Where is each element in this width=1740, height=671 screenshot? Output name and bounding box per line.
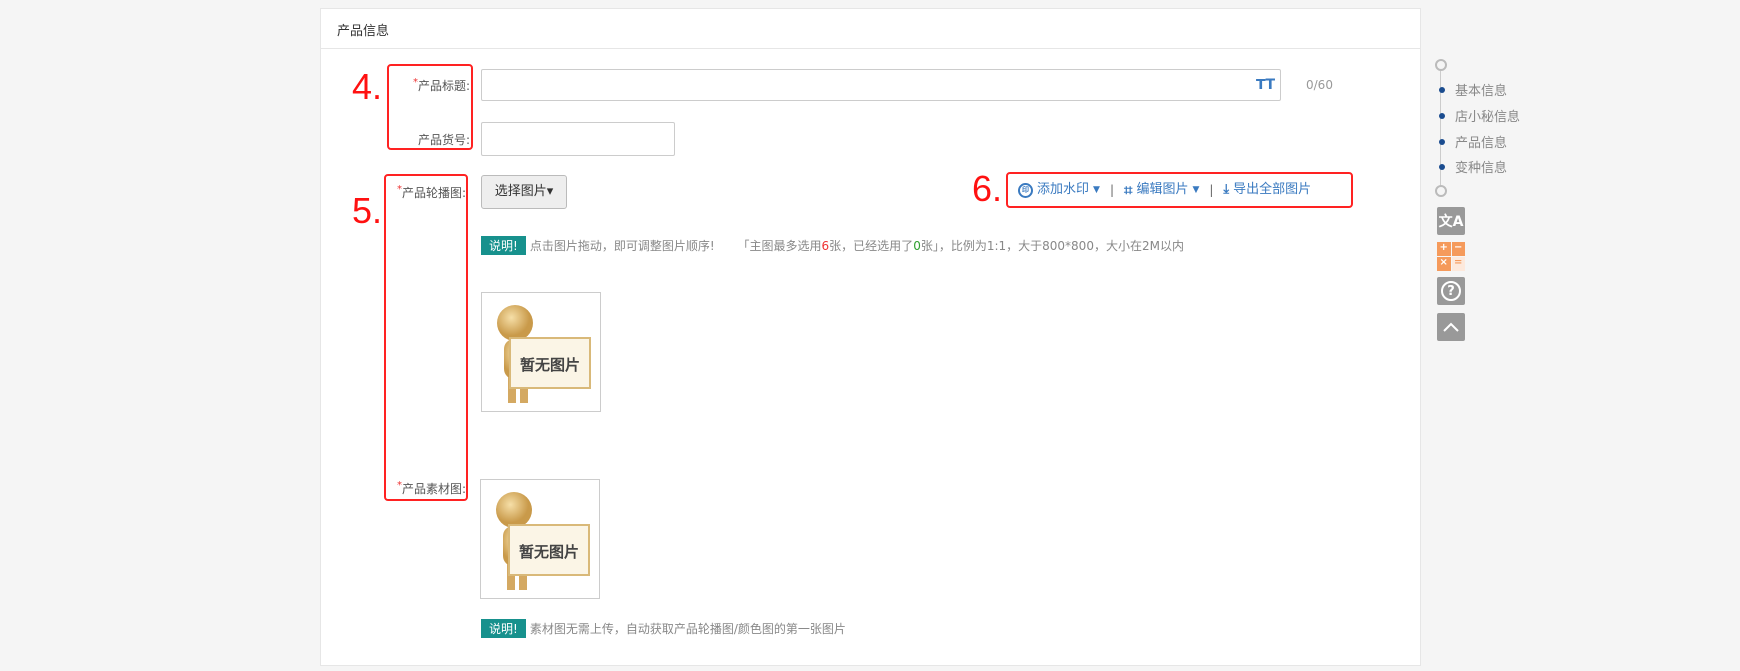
carousel-note: 说明! 点击图片拖动，即可调整图片顺序! 「主图最多选用 6 张，已经选用了 0 张」，比…: [481, 236, 1184, 255]
nav-product-info[interactable]: 产品信息: [1436, 132, 1507, 151]
download-icon: ⤓: [1223, 182, 1230, 197]
caret-down-icon: ▼: [1192, 185, 1200, 195]
material-image-placeholder[interactable]: 暂无图片: [480, 479, 600, 599]
dot-icon: [1439, 138, 1445, 145]
text-size-icon[interactable]: ꓔT: [1256, 77, 1275, 93]
choose-image-button[interactable]: 选择图片▾: [481, 175, 567, 209]
watermark-icon: 印: [1018, 182, 1033, 198]
timeline-end: [1435, 185, 1447, 197]
max-count: 6: [821, 238, 830, 253]
edit-image-button[interactable]: ⌗ 编辑图片 ▼: [1120, 173, 1203, 207]
title-counter: 0/60: [1306, 78, 1333, 92]
material-note: 说明! 素材图无需上传，自动获取产品轮播图/颜色图的第一张图片: [481, 619, 846, 638]
note-badge: 说明!: [481, 236, 526, 255]
placeholder-text: 暂无图片: [519, 543, 579, 561]
sku-input[interactable]: [481, 122, 675, 156]
image-toolbar: 印 添加水印 ▼ | ⌗ 编辑图片 ▼ | ⤓ 导出全部图片: [1006, 172, 1353, 208]
panel-title: 产品信息: [321, 9, 1420, 49]
calculator-icon[interactable]: + − × =: [1437, 242, 1465, 271]
annotation-6: 6.: [972, 168, 1003, 209]
back-to-top-icon[interactable]: [1437, 313, 1465, 341]
separator: |: [1209, 183, 1214, 197]
nav-shop-info[interactable]: 店小秘信息: [1436, 106, 1520, 125]
dot-icon: [1439, 86, 1445, 93]
used-count: 0: [913, 238, 921, 253]
separator: |: [1109, 183, 1114, 197]
help-icon[interactable]: ?: [1437, 277, 1465, 305]
note-badge: 说明!: [481, 619, 526, 638]
title-input[interactable]: [481, 69, 1281, 101]
crop-icon: ⌗: [1123, 181, 1133, 199]
annotation-box-5: [384, 174, 468, 501]
placeholder-text: 暂无图片: [520, 356, 580, 374]
add-watermark-button[interactable]: 印 添加水印 ▼: [1008, 173, 1104, 207]
dot-icon: [1439, 112, 1445, 119]
dot-icon: [1439, 163, 1445, 170]
caret-down-icon: ▼: [1093, 185, 1100, 195]
material-label: *产品素材图:: [396, 480, 466, 496]
timeline-start: [1435, 59, 1447, 71]
nav-basic-info[interactable]: 基本信息: [1436, 80, 1507, 99]
title-label: *产品标题:: [412, 77, 470, 93]
sku-label: 产品货号:: [417, 133, 470, 147]
translate-icon[interactable]: 文A: [1437, 207, 1465, 235]
export-all-images-button[interactable]: ⤓ 导出全部图片: [1219, 173, 1315, 207]
carousel-label: *产品轮播图:: [396, 184, 466, 200]
nav-variant-info[interactable]: 变种信息: [1436, 157, 1507, 176]
carousel-image-placeholder[interactable]: 暂无图片: [481, 292, 601, 412]
